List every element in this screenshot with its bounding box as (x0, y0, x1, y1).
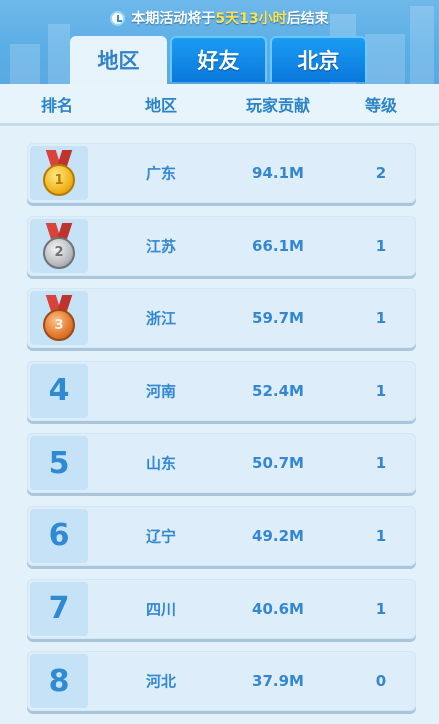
rank-badge: 2 (30, 218, 88, 273)
region-name: 山东 (145, 454, 177, 473)
rank-number: 6 (48, 518, 70, 554)
level-value: 1 (375, 454, 387, 473)
header-region: 地区 (144, 95, 178, 115)
timer-days: 5天 (215, 11, 240, 27)
region-name: 河北 (145, 672, 177, 691)
region-name: 江苏 (145, 237, 177, 256)
gold-medal-icon: 1 (42, 150, 76, 196)
list-item[interactable]: 2 江苏 66.1M 1 (27, 215, 416, 276)
rank-badge: 8 (30, 654, 88, 709)
contribution-value: 52.4M (252, 381, 304, 400)
list-item[interactable]: 5 山东 50.7M 1 (27, 433, 416, 494)
region-name: 浙江 (145, 309, 177, 328)
rank-badge: 5 (30, 436, 88, 491)
region-name: 广东 (145, 164, 177, 183)
rank-badge: 3 (30, 291, 88, 346)
skyline-decoration (365, 34, 405, 84)
timer-suffix: 后结束 (286, 11, 329, 27)
tab-region[interactable]: 地区 (70, 36, 167, 84)
clock-icon (110, 10, 126, 26)
tab-friends[interactable]: 好友 (170, 36, 267, 82)
header-contribution: 玩家贡献 (245, 95, 311, 115)
event-timer: 本期活动将于 5天 13小时 后结束 (0, 6, 439, 30)
rank-badge: 1 (30, 146, 88, 200)
list-item[interactable]: 8 河北 37.9M 0 (27, 651, 416, 712)
list-item[interactable]: 1 广东 94.1M 2 (27, 143, 416, 203)
leaderboard-list: 1 广东 94.1M 2 2 江苏 66.1M 1 3 浙江 59.7M 1 4… (27, 143, 416, 724)
contribution-value: 59.7M (252, 309, 304, 328)
timer-hours: 13小时 (239, 11, 287, 27)
timer-prefix: 本期活动将于 (131, 11, 216, 27)
list-item[interactable]: 4 河南 52.4M 1 (27, 360, 416, 421)
top-banner: 本期活动将于 5天 13小时 后结束 地区 好友 北京 (0, 0, 439, 84)
list-item[interactable]: 3 浙江 59.7M 1 (27, 288, 416, 349)
contribution-value: 50.7M (252, 454, 304, 473)
rank-badge: 6 (30, 508, 88, 563)
contribution-value: 49.2M (252, 526, 304, 545)
contribution-value: 94.1M (252, 164, 304, 182)
list-item[interactable]: 7 四川 40.6M 1 (27, 578, 416, 639)
skyline-decoration (48, 24, 70, 84)
list-item[interactable]: 6 辽宁 49.2M 1 (27, 505, 416, 566)
rank-number: 5 (48, 445, 70, 481)
header-level: 等级 (364, 95, 398, 115)
contribution-value: 37.9M (252, 672, 304, 691)
contribution-value: 40.6M (252, 599, 304, 618)
tab-city[interactable]: 北京 (270, 36, 367, 82)
header-rank: 排名 (40, 95, 74, 115)
rank-number: 8 (48, 663, 70, 699)
region-name: 辽宁 (145, 527, 177, 546)
region-name: 河南 (145, 382, 177, 401)
rank-badge: 7 (30, 581, 88, 636)
skyline-decoration (10, 44, 40, 84)
rank-badge: 4 (30, 363, 88, 418)
leaderboard-tabs: 地区 好友 北京 (70, 36, 370, 84)
region-name: 四川 (145, 600, 177, 619)
level-value: 1 (375, 236, 387, 255)
level-value: 1 (375, 526, 387, 545)
level-value: 1 (375, 381, 387, 400)
level-value: 0 (375, 672, 387, 691)
level-value: 1 (375, 599, 387, 618)
rank-number: 7 (48, 591, 70, 627)
contribution-value: 66.1M (252, 236, 304, 255)
bronze-medal-icon: 3 (42, 295, 76, 342)
column-header: 排名 地区 玩家贡献 等级 (0, 84, 439, 126)
silver-medal-icon: 2 (42, 222, 76, 269)
level-value: 2 (375, 164, 387, 182)
level-value: 1 (375, 309, 387, 328)
rank-number: 4 (48, 373, 70, 409)
